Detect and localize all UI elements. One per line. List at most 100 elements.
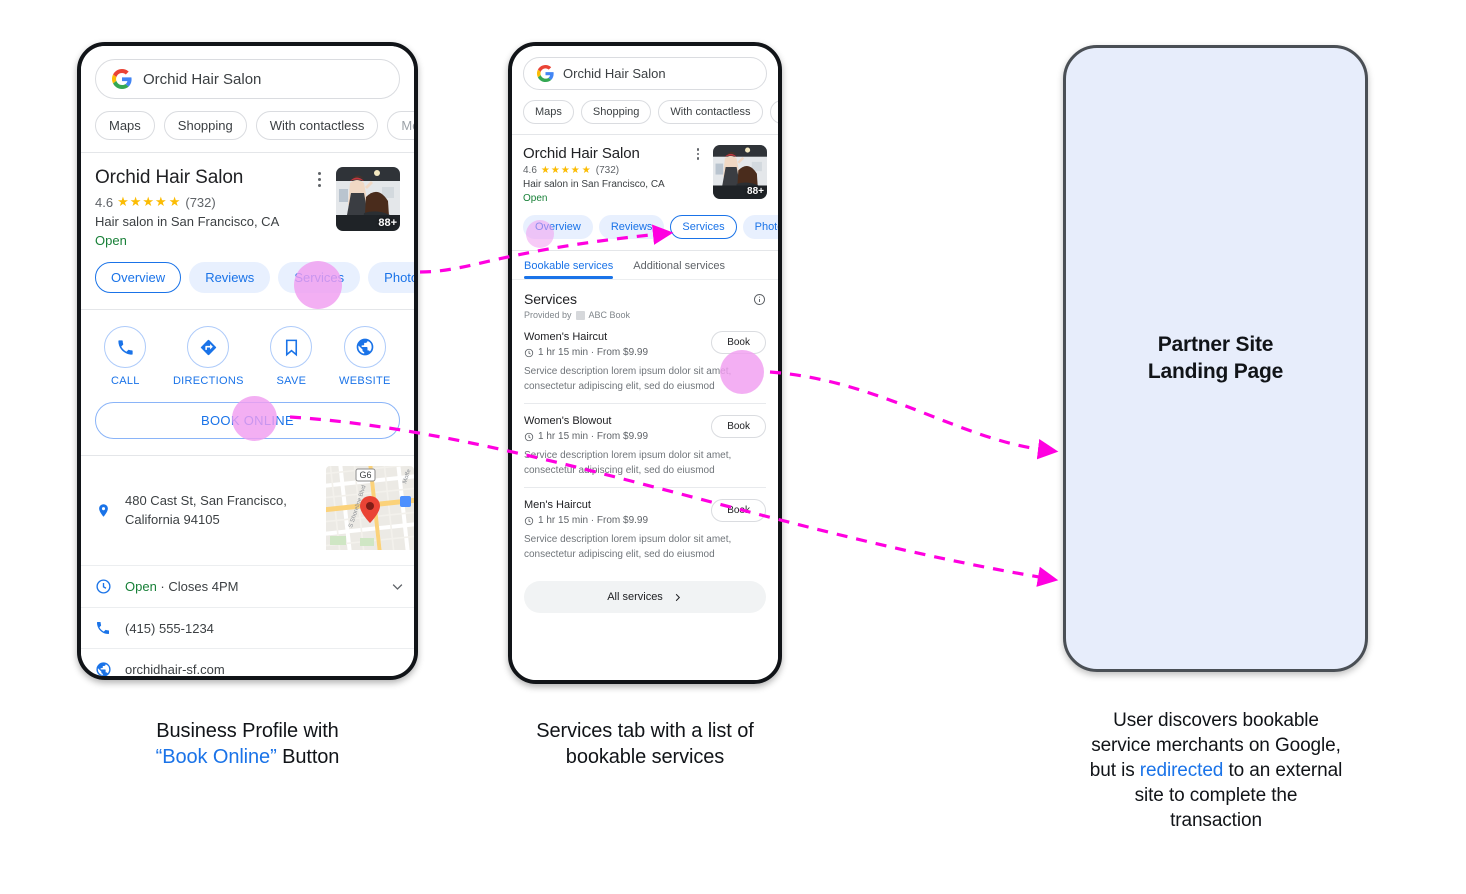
action-label-directions: DIRECTIONS	[172, 375, 244, 387]
action-label-call: CALL	[110, 375, 140, 387]
phone-icon-wrap	[81, 620, 125, 636]
subtab-additional-services[interactable]: Additional services	[633, 251, 725, 279]
service-description: Service description lorem ipsum dolor si…	[524, 366, 732, 392]
caption3-line4: site to complete the	[1134, 785, 1298, 807]
subtab-bookable-services[interactable]: Bookable services	[524, 251, 614, 279]
caption1-line1: Business Profile with	[156, 720, 339, 742]
phone-mock-partner-site: Partner Site Landing Page	[1063, 45, 1368, 672]
caption1-highlight: “Book Online”	[155, 746, 277, 769]
filter-chip-more[interactable]: M	[769, 100, 778, 124]
filter-chip-more[interactable]: Me	[387, 111, 414, 140]
search-query-text: Orchid Hair Salon	[563, 66, 666, 81]
action-label-website: WEBSITE	[339, 375, 391, 387]
all-services-label: All services	[607, 591, 663, 603]
tab-reviews[interactable]: Reviews	[189, 262, 271, 293]
website-row[interactable]: orchidhair-sf.com	[81, 649, 414, 676]
caption-services-tab: Services tab with a list of bookable ser…	[478, 718, 812, 771]
filter-chip-maps[interactable]: Maps	[95, 111, 155, 140]
hours-row[interactable]: Open · Closes 4PM	[81, 566, 414, 607]
hours-open-label: Open	[125, 579, 157, 594]
tab-services[interactable]: Services	[278, 262, 361, 293]
rating-row: 4.6 ★★★★ ★ (732)	[95, 194, 310, 210]
tab-photos[interactable]: Photo	[742, 215, 778, 239]
photo-count-badge: 88+	[747, 186, 764, 197]
phone1-screen: Orchid Hair Salon Maps Shopping With con…	[81, 46, 414, 676]
stars-empty: ★	[168, 194, 182, 209]
chevron-down-icon	[392, 584, 402, 590]
profile-tab-row-1[interactable]: Overview Reviews Services Photo	[81, 262, 414, 293]
services-subtab-row[interactable]: Bookable services Additional services	[512, 251, 778, 279]
hours-text: Open · Closes 4PM	[125, 579, 380, 594]
location-pin-icon	[98, 504, 108, 517]
caption-business-profile: Business Profile with “Book Online” Butt…	[77, 718, 418, 771]
book-button[interactable]: Book	[711, 331, 766, 354]
map-thumbnail[interactable]: G6 S Shoreline Blvd Moffe	[326, 466, 414, 555]
phone-mock-business-profile: Orchid Hair Salon Maps Shopping With con…	[77, 42, 418, 680]
directions-circle	[187, 326, 230, 368]
action-call[interactable]: CALL	[104, 326, 147, 387]
expand-hours-chevron[interactable]	[380, 579, 414, 594]
business-open-status: Open	[523, 193, 548, 204]
rating-value: 4.6	[95, 194, 114, 210]
service-meta-text: 1 hr 15 min · From $9.99	[538, 515, 649, 526]
service-meta: 1 hr 15 min · From $9.99	[524, 515, 703, 526]
tab-overview[interactable]: Overview	[95, 262, 182, 293]
filter-chip-row-1[interactable]: Maps Shopping With contactless Me	[95, 111, 414, 140]
address-row[interactable]: 480 Cast St, San Francisco, California 9…	[81, 456, 414, 565]
website-circle	[343, 326, 386, 368]
action-directions[interactable]: DIRECTIONS	[173, 326, 244, 387]
phone-number-text: (415) 555-1234	[125, 620, 214, 636]
service-main: Women's Haircut 1 hr 15 min · From $9.99	[524, 331, 703, 358]
business-photo-thumbnail[interactable]: 88+	[336, 167, 400, 231]
address-text: 480 Cast St, San Francisco, California 9…	[125, 493, 287, 527]
tab-photos[interactable]: Photo	[368, 262, 414, 293]
provider-line: Provided by ABC Book	[524, 310, 753, 320]
action-save[interactable]: SAVE	[270, 326, 313, 387]
action-website[interactable]: WEBSITE	[339, 326, 391, 387]
tab-overview[interactable]: Overview	[523, 215, 593, 239]
more-options-icon[interactable]	[310, 167, 328, 248]
service-main: Men's Haircut 1 hr 15 min · From $9.99	[524, 499, 703, 526]
service-name: Women's Blowout	[524, 415, 612, 427]
services-header-text: Services Provided by ABC Book	[524, 291, 753, 320]
action-button-row[interactable]: CALL DIRECTIONS SAVE WEBSITE	[81, 310, 414, 387]
service-main: Women's Blowout 1 hr 15 min · From $9.99	[524, 415, 703, 442]
clock-icon	[524, 432, 534, 441]
filter-chip-shopping[interactable]: Shopping	[580, 100, 652, 124]
filter-chip-shopping[interactable]: Shopping	[163, 111, 247, 140]
route-badge: G6	[355, 468, 376, 482]
filter-chip-row-2[interactable]: Maps Shopping With contactless M	[523, 100, 778, 124]
all-services-button[interactable]: All services	[524, 581, 766, 613]
filter-chip-with-contactless[interactable]: With contactless	[255, 111, 379, 140]
book-button[interactable]: Book	[711, 415, 766, 438]
partner-title-line2: Landing Page	[1147, 359, 1284, 383]
rating-row: 4.6 ★★★★ ★ (732)	[523, 165, 691, 176]
phone-mock-services-tab: Orchid Hair Salon Maps Shopping With con…	[508, 42, 782, 684]
tab-services[interactable]: Services	[670, 215, 737, 239]
globe-icon-wrap	[81, 661, 125, 676]
diagram-stage: Orchid Hair Salon Maps Shopping With con…	[0, 0, 1466, 894]
services-section-header: Services Provided by ABC Book	[512, 280, 778, 320]
filter-chip-with-contactless[interactable]: With contactless	[658, 100, 763, 124]
business-header-2: Orchid Hair Salon 4.6 ★★★★ ★ (732) Hair …	[512, 135, 778, 204]
info-icon[interactable]	[753, 293, 766, 306]
profile-tab-row-2[interactable]: Overview Reviews Services Photo	[512, 215, 778, 239]
service-name: Men's Haircut	[524, 499, 591, 511]
business-category: Hair salon in San Francisco, CA	[95, 214, 280, 229]
caption1-rest: Button	[276, 746, 340, 769]
call-circle	[104, 326, 147, 368]
phone-row[interactable]: (415) 555-1234	[81, 608, 414, 648]
search-bar-1[interactable]: Orchid Hair Salon	[95, 59, 400, 99]
more-options-icon[interactable]	[691, 145, 705, 204]
stars-filled: ★★★★	[540, 165, 581, 176]
search-bar-2[interactable]: Orchid Hair Salon	[523, 57, 767, 90]
caption3-line5: transaction	[1170, 810, 1262, 832]
book-online-button[interactable]: BOOK ONLINE	[95, 402, 400, 439]
service-row: Men's Haircut 1 hr 15 min · From $9.99 B…	[524, 499, 766, 526]
filter-chip-maps[interactable]: Maps	[523, 100, 574, 124]
phone-icon	[118, 339, 133, 355]
business-photo-thumbnail[interactable]: 88+	[713, 145, 767, 199]
book-button[interactable]: Book	[711, 499, 766, 522]
review-count: (732)	[185, 194, 216, 210]
tab-reviews[interactable]: Reviews	[598, 215, 665, 239]
